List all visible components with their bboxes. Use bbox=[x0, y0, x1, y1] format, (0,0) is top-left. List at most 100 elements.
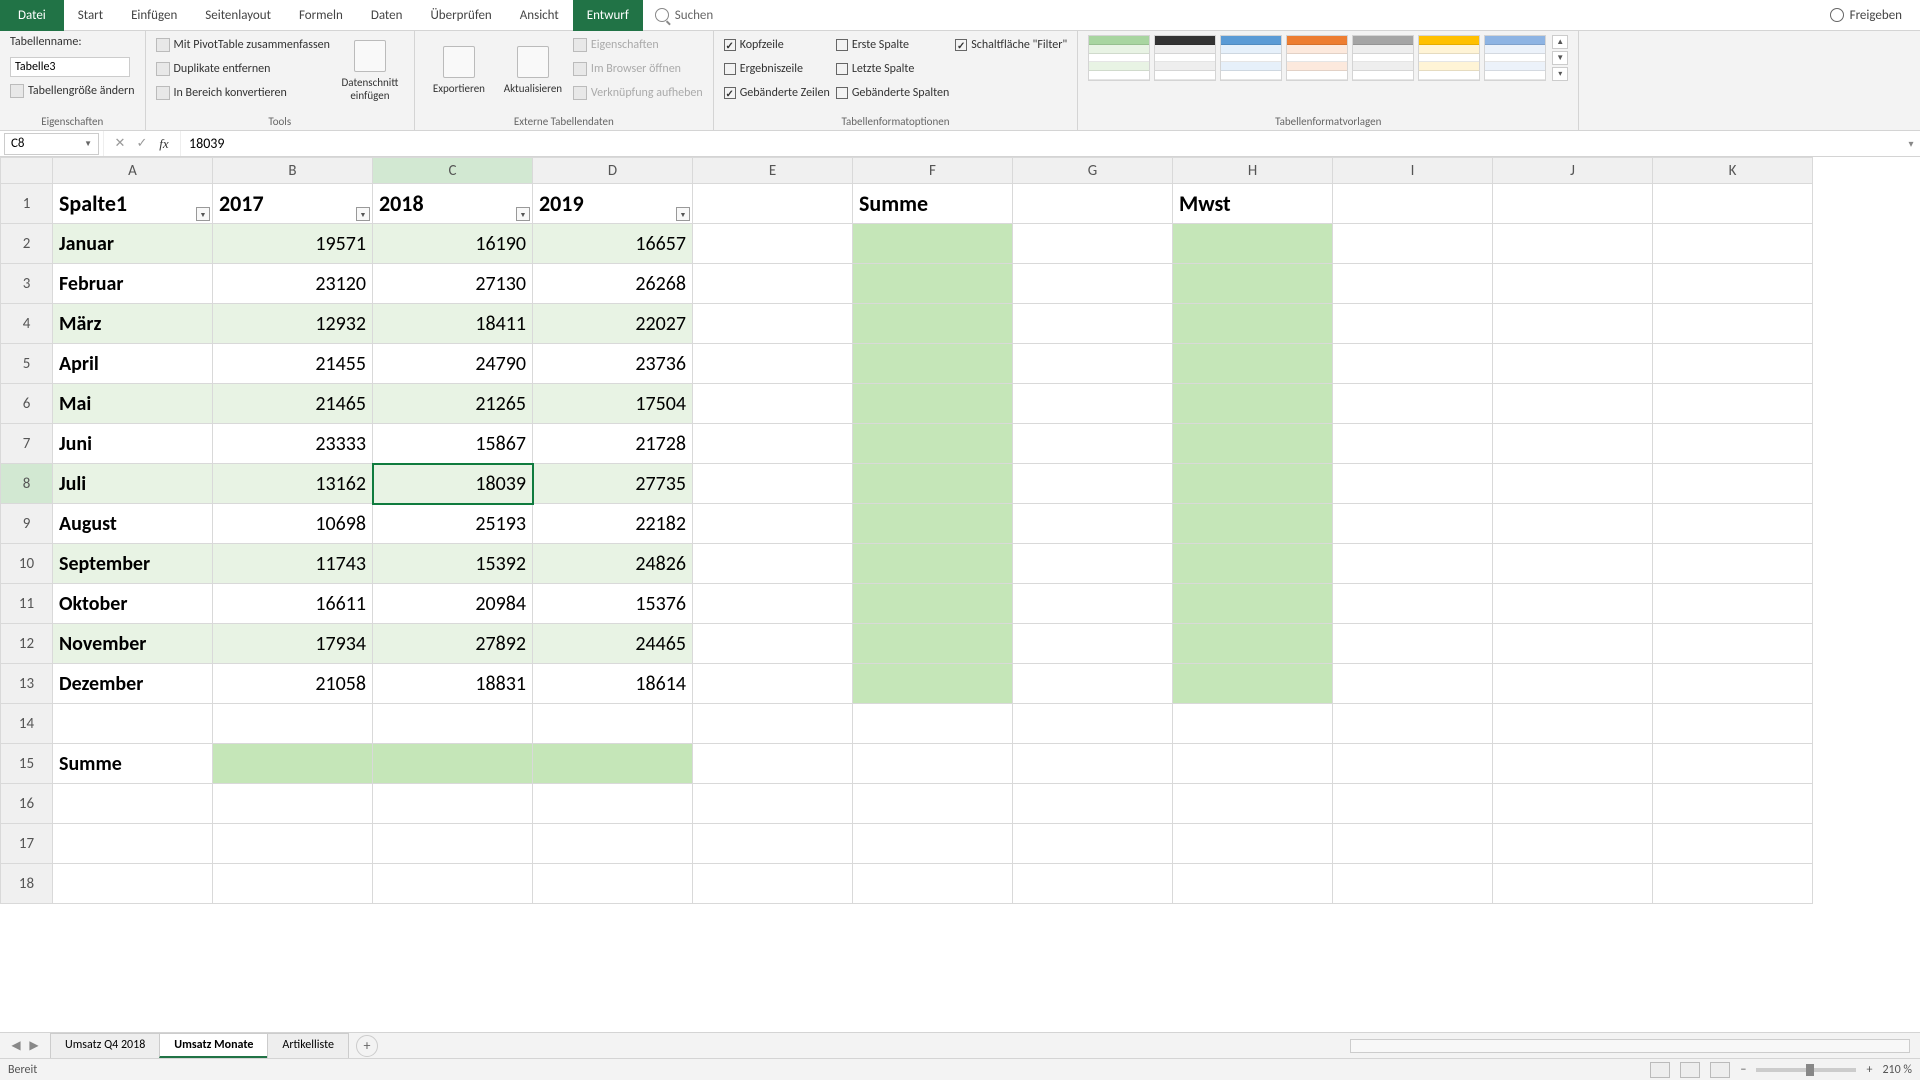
opt-total[interactable]: Ergebniszeile bbox=[724, 59, 830, 79]
cell-F14[interactable] bbox=[853, 704, 1013, 744]
resize-table-button[interactable]: Tabellengröße ändern bbox=[10, 81, 135, 101]
cell-I3[interactable] bbox=[1333, 264, 1493, 304]
cell-A13[interactable]: Dezember bbox=[53, 664, 213, 704]
table-name-input[interactable] bbox=[10, 57, 130, 77]
sheet-tab-2[interactable]: Artikelliste bbox=[267, 1033, 349, 1058]
filter-icon[interactable]: ▼ bbox=[356, 207, 370, 221]
cell-E6[interactable] bbox=[693, 384, 853, 424]
tab-ueberpruefen[interactable]: Überprüfen bbox=[416, 0, 505, 31]
cell-A4[interactable]: März bbox=[53, 304, 213, 344]
tab-entwurf[interactable]: Entwurf bbox=[573, 0, 643, 31]
formula-expand-button[interactable]: ▾ bbox=[1902, 137, 1920, 150]
cell-A15[interactable]: Summe bbox=[53, 744, 213, 784]
cell-G6[interactable] bbox=[1013, 384, 1173, 424]
select-all-corner[interactable] bbox=[1, 158, 53, 184]
cell-B18[interactable] bbox=[213, 864, 373, 904]
cell-K8[interactable] bbox=[1653, 464, 1813, 504]
cell-C17[interactable] bbox=[373, 824, 533, 864]
cell-C10[interactable]: 15392 bbox=[373, 544, 533, 584]
row-head-17[interactable]: 17 bbox=[1, 824, 53, 864]
cell-C12[interactable]: 27892 bbox=[373, 624, 533, 664]
cell-H3[interactable] bbox=[1173, 264, 1333, 304]
cell-E15[interactable] bbox=[693, 744, 853, 784]
cell-I7[interactable] bbox=[1333, 424, 1493, 464]
cell-G7[interactable] bbox=[1013, 424, 1173, 464]
cell-G4[interactable] bbox=[1013, 304, 1173, 344]
cell-D16[interactable] bbox=[533, 784, 693, 824]
cell-E10[interactable] bbox=[693, 544, 853, 584]
cell-B8[interactable]: 13162 bbox=[213, 464, 373, 504]
cell-E7[interactable] bbox=[693, 424, 853, 464]
opt-header[interactable]: Kopfzeile bbox=[724, 35, 830, 55]
cell-F16[interactable] bbox=[853, 784, 1013, 824]
cell-F3[interactable] bbox=[853, 264, 1013, 304]
cell-A6[interactable]: Mai bbox=[53, 384, 213, 424]
cell-I9[interactable] bbox=[1333, 504, 1493, 544]
cell-D10[interactable]: 24826 bbox=[533, 544, 693, 584]
cell-D2[interactable]: 16657 bbox=[533, 224, 693, 264]
share-button[interactable]: Freigeben bbox=[1830, 8, 1902, 23]
cell-B14[interactable] bbox=[213, 704, 373, 744]
col-head-D[interactable]: D bbox=[533, 158, 693, 184]
cell-F15[interactable] bbox=[853, 744, 1013, 784]
row-head-1[interactable]: 1 bbox=[1, 184, 53, 224]
cell-I13[interactable] bbox=[1333, 664, 1493, 704]
cell-I1[interactable] bbox=[1333, 184, 1493, 224]
grid-area[interactable]: ABCDEFGHIJK1Spalte1▼2017▼2018▼2019▼Summe… bbox=[0, 157, 1920, 1032]
cell-E8[interactable] bbox=[693, 464, 853, 504]
cell-J10[interactable] bbox=[1493, 544, 1653, 584]
cell-C8[interactable]: 18039 bbox=[373, 464, 533, 504]
cell-B3[interactable]: 23120 bbox=[213, 264, 373, 304]
pivot-button[interactable]: Mit PivotTable zusammenfassen bbox=[156, 35, 330, 55]
cell-K9[interactable] bbox=[1653, 504, 1813, 544]
cell-E3[interactable] bbox=[693, 264, 853, 304]
cell-B15[interactable] bbox=[213, 744, 373, 784]
cell-F4[interactable] bbox=[853, 304, 1013, 344]
sheet-tab-1[interactable]: Umsatz Monate bbox=[159, 1033, 268, 1058]
style-swatch-gray[interactable] bbox=[1352, 35, 1414, 81]
col-head-I[interactable]: I bbox=[1333, 158, 1493, 184]
cell-H6[interactable] bbox=[1173, 384, 1333, 424]
export-button[interactable]: Exportieren bbox=[425, 35, 493, 107]
cell-F8[interactable] bbox=[853, 464, 1013, 504]
hscroll-track[interactable] bbox=[1350, 1039, 1910, 1053]
cell-J13[interactable] bbox=[1493, 664, 1653, 704]
cell-C2[interactable]: 16190 bbox=[373, 224, 533, 264]
cell-F9[interactable] bbox=[853, 504, 1013, 544]
cell-G12[interactable] bbox=[1013, 624, 1173, 664]
cell-B6[interactable]: 21465 bbox=[213, 384, 373, 424]
cell-G2[interactable] bbox=[1013, 224, 1173, 264]
cell-F2[interactable] bbox=[853, 224, 1013, 264]
cell-K16[interactable] bbox=[1653, 784, 1813, 824]
dedupe-button[interactable]: Duplikate entfernen bbox=[156, 59, 330, 79]
refresh-button[interactable]: Aktualisieren bbox=[499, 35, 567, 107]
cell-H14[interactable] bbox=[1173, 704, 1333, 744]
cell-B16[interactable] bbox=[213, 784, 373, 824]
cell-E11[interactable] bbox=[693, 584, 853, 624]
cell-D7[interactable]: 21728 bbox=[533, 424, 693, 464]
cell-B5[interactable]: 21455 bbox=[213, 344, 373, 384]
cell-A16[interactable] bbox=[53, 784, 213, 824]
accept-formula-button[interactable]: ✓ bbox=[132, 134, 152, 154]
cell-B11[interactable]: 16611 bbox=[213, 584, 373, 624]
cell-I15[interactable] bbox=[1333, 744, 1493, 784]
cell-H12[interactable] bbox=[1173, 624, 1333, 664]
cell-G15[interactable] bbox=[1013, 744, 1173, 784]
cell-K14[interactable] bbox=[1653, 704, 1813, 744]
cell-F5[interactable] bbox=[853, 344, 1013, 384]
cell-A7[interactable]: Juni bbox=[53, 424, 213, 464]
cell-K4[interactable] bbox=[1653, 304, 1813, 344]
cell-I6[interactable] bbox=[1333, 384, 1493, 424]
cell-G13[interactable] bbox=[1013, 664, 1173, 704]
cell-G10[interactable] bbox=[1013, 544, 1173, 584]
cell-C11[interactable]: 20984 bbox=[373, 584, 533, 624]
row-head-4[interactable]: 4 bbox=[1, 304, 53, 344]
cell-B1[interactable]: 2017▼ bbox=[213, 184, 373, 224]
cell-H4[interactable] bbox=[1173, 304, 1333, 344]
cell-E12[interactable] bbox=[693, 624, 853, 664]
zoom-level[interactable]: 210 % bbox=[1882, 1063, 1912, 1077]
cell-D15[interactable] bbox=[533, 744, 693, 784]
row-head-3[interactable]: 3 bbox=[1, 264, 53, 304]
tab-nav-next[interactable]: ▶ bbox=[26, 1038, 42, 1053]
cell-K3[interactable] bbox=[1653, 264, 1813, 304]
